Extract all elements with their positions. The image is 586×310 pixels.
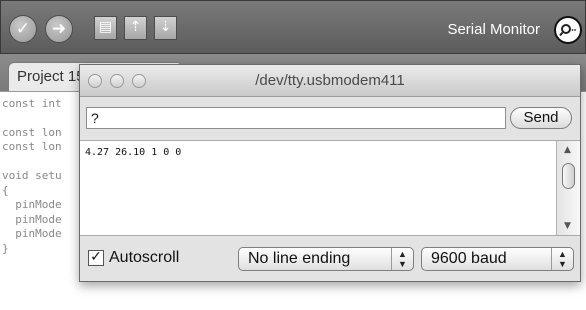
serial-output-area[interactable]: 4.27 26.10 1 0 0 <box>80 140 556 236</box>
code-line: { <box>2 184 9 197</box>
magnifier-icon <box>559 24 576 37</box>
save-arrow-down-icon: ⇣ <box>159 19 172 35</box>
code-line: void setu <box>2 169 62 182</box>
output-scrollbar[interactable]: ▲ ▼ <box>556 140 580 236</box>
serial-monitor-window: /dev/tty.usbmodem411 ? Send 4.27 26.10 1… <box>79 64 581 282</box>
code-line: pinMode <box>2 213 62 226</box>
check-icon: ✓ <box>15 19 31 39</box>
autoscroll-label: Autoscroll <box>109 249 180 266</box>
scroll-up-arrow-icon[interactable]: ▲ <box>564 145 571 155</box>
baud-rate-select[interactable]: 9600 baud ▲ ▼ <box>421 247 574 271</box>
serial-port-title: /dev/tty.usbmodem411 <box>255 72 405 89</box>
line-ending-value: No line ending <box>248 250 351 267</box>
send-button[interactable]: Send <box>510 107 572 129</box>
updown-chevron-icon: ▲ ▼ <box>391 248 413 270</box>
scroll-down-arrow-icon[interactable]: ▼ <box>564 221 571 231</box>
checkmark-icon: ✓ <box>90 249 102 265</box>
code-line: pinMode <box>2 227 62 240</box>
serial-monitor-label: Serial Monitor <box>447 21 540 38</box>
serial-input-field[interactable]: ? <box>86 107 506 129</box>
line-ending-select[interactable]: No line ending ▲ ▼ <box>238 247 414 271</box>
updown-chevron-icon: ▲ ▼ <box>551 248 573 270</box>
code-line: pinMode <box>2 198 62 211</box>
autoscroll-checkbox[interactable]: ✓ <box>88 250 104 266</box>
code-line: } <box>2 242 9 255</box>
verify-button[interactable]: ✓ <box>9 15 37 43</box>
arrow-right-icon: ➜ <box>51 19 67 39</box>
code-line: const lon <box>2 126 62 139</box>
save-button[interactable]: ⇣ <box>154 16 177 40</box>
open-button[interactable]: ⇡ <box>124 16 147 40</box>
scrollbar-thumb[interactable] <box>562 163 575 189</box>
serial-monitor-titlebar[interactable]: /dev/tty.usbmodem411 <box>80 65 580 97</box>
new-file-icon: ▤ <box>98 19 113 35</box>
new-button[interactable]: ▤ <box>94 16 117 40</box>
open-arrow-up-icon: ⇡ <box>129 19 142 35</box>
code-line: const lon <box>2 140 62 153</box>
serial-monitor-controls: ✓ Autoscroll No line ending ▲ ▼ 9600 baud… <box>80 237 580 281</box>
serial-monitor-button[interactable] <box>554 16 582 44</box>
ide-toolbar: ✓ ➜ ▤ ⇡ ⇣ Serial Monitor <box>0 0 586 54</box>
autoscroll-option[interactable]: ✓ Autoscroll <box>88 249 179 267</box>
code-line: const int <box>2 97 62 110</box>
upload-button[interactable]: ➜ <box>45 15 73 43</box>
serial-output-line: 4.27 26.10 1 0 0 <box>85 147 182 158</box>
baud-rate-value: 9600 baud <box>431 250 507 267</box>
